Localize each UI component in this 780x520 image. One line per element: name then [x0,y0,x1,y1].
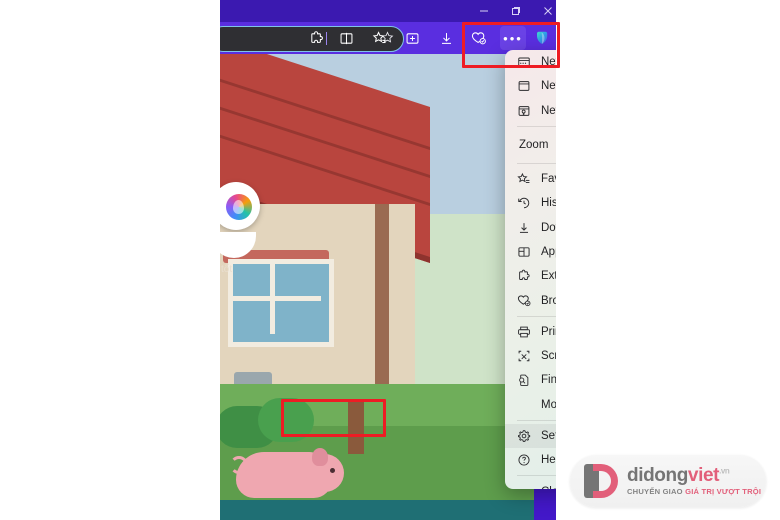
illustration-window [228,259,334,347]
settings-and-more-menu: New tab Ctrl+T New window Ctrl+N New InP… [505,50,556,489]
extensions-icon[interactable] [304,26,328,50]
brand-part-1: didong [627,465,688,487]
menu-item-label: History [541,197,556,210]
watermark-didongviet: didongviet.vn CHUYỂN GIAO GIÁ TRỊ VƯỢT T… [570,455,766,507]
menu-item-label: New tab [541,56,556,69]
tagline-part-1: CHUYỂN GIAO [627,487,686,497]
favorites-star-icon [517,172,539,186]
illustration-pig-tail [230,456,248,474]
collections-icon[interactable] [400,26,424,50]
window-mullion-horizontal [233,296,321,301]
favorites-icon[interactable] [367,26,391,50]
brand-tld: .vn [719,466,730,476]
history-icon [517,196,539,210]
page-content: i tốt [220,54,534,520]
brand-part-2: viet [687,465,720,487]
menu-zoom-row: Zoom — 100% + [505,130,556,160]
page-overlay-text: i tốt [220,264,233,275]
menu-separator [517,315,556,317]
illustration-water [220,500,534,520]
downloads-icon [517,221,539,235]
illustration-pig-ear [312,448,328,466]
watermark-brand: didongviet.vn [627,466,761,485]
new-tab-icon [517,55,539,69]
copilot-icon[interactable] [530,26,554,50]
menu-item-help-and-feedback[interactable]: Help and feedback ▶ [505,448,556,472]
menu-item-label: Settings [541,430,556,442]
menu-item-label: New window [541,80,556,93]
menu-item-browser-essentials[interactable]: Browser essentials [505,288,556,312]
menu-item-label: Downloads [541,221,556,234]
menu-item-label: Find on page [541,374,556,387]
watermark-text: didongviet.vn CHUYỂN GIAO GIÁ TRỊ VƯỢT T… [627,466,761,496]
minimize-button[interactable] [468,0,500,22]
menu-item-find-on-page[interactable]: Find on page Ctrl+F [505,368,556,392]
gear-icon [517,429,539,443]
menu-item-extensions[interactable]: Extensions [505,264,556,288]
menu-item-screenshot[interactable]: Screenshot Ctrl+Shift+S [505,344,556,368]
screenshot-icon [517,349,539,363]
zoom-label: Zoom [519,138,549,151]
menu-separator [517,419,556,421]
menu-item-apps[interactable]: Apps ▶ [505,240,556,264]
menu-item-label: Print [541,325,556,338]
split-screen-icon[interactable] [334,26,358,50]
menu-item-label: Browser essentials [541,294,556,307]
menu-item-history[interactable]: History Ctrl+H [505,191,556,215]
menu-item-new-tab[interactable]: New tab Ctrl+T [505,50,556,74]
menu-item-favorites[interactable]: Favorites Ctrl+Shift+O [505,167,556,191]
close-button[interactable] [532,0,556,22]
browser-essentials-icon[interactable] [467,26,491,50]
extensions-icon [517,269,539,283]
menu-item-label: New InPrivate window [541,104,556,117]
menu-item-print[interactable]: Print Ctrl+P [505,320,556,344]
menu-item-new-inprivate-window[interactable]: New InPrivate window Ctrl+Shift+N [505,99,556,123]
tagline-part-2: GIÁ TRỊ VƯỢT TRỘI [685,487,762,497]
didongviet-logo-icon [584,464,618,498]
watermark-tagline: CHUYỂN GIAO GIÁ TRỊ VƯỢT TRỘI [627,488,761,496]
menu-item-label: Extensions [541,270,556,283]
apps-icon [517,245,539,259]
menu-item-label: Close Microsoft Edge [539,486,556,489]
settings-and-more-button[interactable]: ••• [500,26,526,50]
menu-separator [517,475,556,477]
menu-item-more-tools[interactable]: More tools ▶ [505,393,556,417]
illustration-bush [258,398,314,442]
illustration-fence-post [348,402,364,454]
menu-item-label: Screenshot [541,350,556,363]
menu-item-close-microsoft-edge[interactable]: Close Microsoft Edge [505,479,556,489]
menu-item-label: Favorites [541,173,556,186]
menu-item-new-window[interactable]: New window Ctrl+N [505,74,556,98]
find-icon [517,373,539,387]
browser-window: ••• tốt Ne Ne Ne Zoom Fa His Do Ap Ex Br… [220,0,556,520]
screenshot-root: ••• tốt Ne Ne Ne Zoom Fa His Do Ap Ex Br… [0,0,780,520]
downloads-icon[interactable] [434,26,458,50]
logo-arc [593,464,618,498]
inprivate-icon [517,104,539,118]
menu-item-label: Apps [541,245,556,258]
maximize-button[interactable] [500,0,532,22]
new-window-icon [517,79,539,93]
illustration-pig-eye [330,468,335,473]
menu-item-label: More tools [541,398,556,411]
ellipsis-icon: ••• [503,30,523,46]
menu-item-label: Help and feedback [541,454,556,467]
illustration-beam [375,204,389,384]
print-icon [517,325,539,339]
menu-item-settings[interactable]: Settings [505,423,556,449]
help-icon [517,453,539,467]
browser-essentials-icon [517,293,539,308]
copilot-glyph-icon [226,194,252,220]
menu-item-downloads[interactable]: Downloads Ctrl+J [505,215,556,239]
menu-separator [517,125,556,127]
title-bar [220,0,556,22]
menu-separator [517,162,556,164]
